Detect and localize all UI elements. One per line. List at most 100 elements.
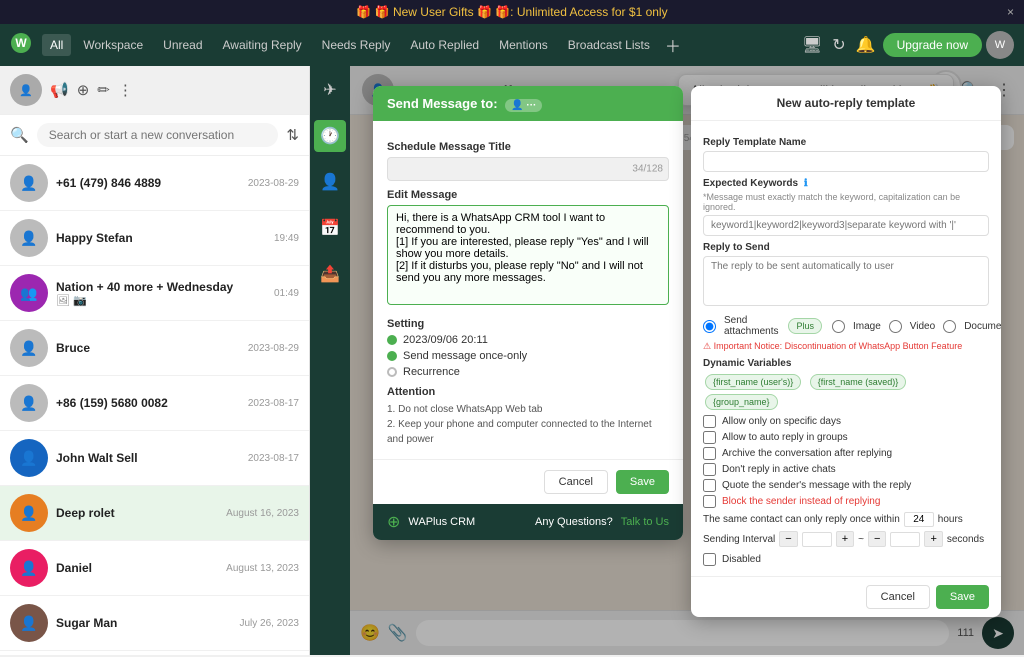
nav-tab-auto-replied[interactable]: Auto Replied (402, 34, 487, 56)
list-item[interactable]: 👤 Deep rolet August 16, 2023 (0, 486, 309, 541)
conv-name: Nation + 40 more + Wednesday (56, 280, 266, 294)
date-time-value: 2023/09/06 20:11 (403, 334, 488, 346)
specific-days-label: Allow only on specific days (722, 416, 841, 427)
nav-tab-needs-reply[interactable]: Needs Reply (314, 34, 399, 56)
interval-max-plus-btn[interactable]: + (836, 531, 854, 547)
schedule-title-input[interactable] (387, 157, 669, 181)
chat-area: All schedule message will be collected h… (350, 66, 1024, 655)
contacts-tool-icon[interactable]: 👤 (314, 166, 346, 198)
tag-group-name[interactable]: {group_name} (705, 394, 778, 410)
nav-tab-workspace[interactable]: Workspace (75, 34, 151, 56)
reply-textarea[interactable] (703, 256, 989, 306)
reply-label: Reply to Send (703, 242, 989, 253)
interval-max-minus-btn[interactable]: − (868, 531, 886, 547)
search-icon[interactable]: 🔍 (10, 126, 29, 144)
search-input[interactable] (37, 123, 279, 147)
sidebar: 👤 📢 ⊕ ✏ ⋮ 🔍 ⇅ 👤 +61 (479) 846 4889 2023-… (0, 66, 310, 655)
disabled-check[interactable] (703, 553, 716, 566)
sidebar-avatar: 👤 (10, 74, 42, 106)
block-label: Block the sender instead of replying (722, 496, 880, 507)
attach-label: Send attachments (724, 315, 778, 337)
attention-1: 1. Do not close WhatsApp Web tab (387, 402, 669, 417)
send-message-modal: Send Message to: 👤 ··· Schedule Message … (373, 86, 683, 540)
refresh-icon[interactable]: ↻ (832, 35, 845, 55)
interval-max-btn[interactable]: + (924, 531, 942, 547)
talk-link[interactable]: Talk to Us (621, 516, 669, 528)
archive-check[interactable] (703, 447, 716, 460)
more-icon[interactable]: ⋮ (118, 81, 133, 99)
autoreply-header: New auto-reply template (691, 86, 1001, 121)
template-name-input[interactable] (703, 151, 989, 172)
option-plus[interactable]: Plus (788, 318, 822, 334)
dynamic-tags: {first_name (user's)} {first_name (saved… (703, 372, 989, 412)
list-item[interactable]: 👤 +86 (159) 5680 0082 2023-08-17 (0, 376, 309, 431)
keywords-input[interactable] (703, 215, 989, 236)
monitor-icon[interactable]: 🖥 (802, 35, 822, 55)
add-tab-icon[interactable]: ＋ (665, 33, 681, 57)
nav-tab-all[interactable]: All (42, 34, 71, 56)
banner-text: 🎁 🎁 New User Gifts 🎁 🎁: Unlimited Access… (356, 5, 667, 19)
nav-tab-mentions[interactable]: Mentions (491, 34, 556, 56)
quote-label: Quote the sender's message with the repl… (722, 480, 911, 491)
doc-radio[interactable] (943, 320, 956, 333)
no-active-label: Don't reply in active chats (722, 464, 836, 475)
attach-radio[interactable] (703, 320, 716, 333)
list-item[interactable]: 👤 Daniel August 13, 2023 (0, 541, 309, 596)
status-icon[interactable]: ⊕ (77, 81, 90, 99)
banner-close[interactable]: × (1007, 5, 1014, 19)
video-radio[interactable] (889, 320, 902, 333)
message-textarea[interactable]: Hi, there is a WhatsApp CRM tool I want … (387, 205, 669, 305)
interval-min-input[interactable]: 3 (802, 532, 832, 547)
save-button[interactable]: Save (616, 470, 669, 494)
quote-check[interactable] (703, 479, 716, 492)
conv-date: August 13, 2023 (226, 563, 299, 574)
upgrade-button[interactable]: Upgrade now (883, 33, 982, 57)
avatar: 👤 (10, 439, 48, 477)
interval-min-btn[interactable]: − (779, 531, 797, 547)
main-layout: 👤 📢 ⊕ ✏ ⋮ 🔍 ⇅ 👤 +61 (479) 846 4889 2023-… (0, 66, 1024, 655)
block-check[interactable] (703, 495, 716, 508)
nav-tab-unread[interactable]: Unread (155, 34, 210, 56)
ar-save-button[interactable]: Save (936, 585, 989, 609)
no-active-check[interactable] (703, 463, 716, 476)
send-modal-header: Send Message to: 👤 ··· (373, 86, 683, 121)
megaphone-icon[interactable]: 📢 (50, 81, 69, 99)
auto-reply-groups-check[interactable] (703, 431, 716, 444)
list-item[interactable]: 👤 Sugar Man July 26, 2023 (0, 596, 309, 651)
tag-firstname-user[interactable]: {first_name (user's)} (705, 374, 801, 390)
list-item[interactable]: 👤 Bruce 2023-08-29 (0, 321, 309, 376)
list-item[interactable]: 👤 John Walt Sell 2023-08-17 (0, 431, 309, 486)
image-radio[interactable] (832, 320, 845, 333)
nav-tab-awaiting[interactable]: Awaiting Reply (215, 34, 310, 56)
list-item[interactable]: 👤 +61 (479) 846 4889 2023-08-29 (0, 156, 309, 211)
hours-input[interactable] (904, 512, 934, 527)
avatar: 👤 (10, 494, 48, 532)
list-item[interactable]: 👤 +61 7 1545 0000 July 26, 2023 (0, 651, 309, 655)
cancel-button[interactable]: Cancel (544, 470, 608, 494)
attachments-row: Send attachments Plus Image Video Docume… (703, 315, 989, 337)
calendar-tool-icon[interactable]: 📅 (314, 212, 346, 244)
ar-cancel-button[interactable]: Cancel (866, 585, 930, 609)
conv-name: John Walt Sell (56, 451, 240, 465)
waplus-label: WAPlus CRM (408, 516, 475, 528)
compose-icon[interactable]: ✏ (97, 81, 110, 99)
send-tool-icon[interactable]: ✈ (314, 74, 346, 106)
conv-date: 2023-08-29 (248, 178, 299, 189)
list-item[interactable]: 👤 Happy Stefan 19:49 (0, 211, 309, 266)
specific-days-check[interactable] (703, 415, 716, 428)
autoreply-footer: Cancel Save (691, 576, 1001, 617)
svg-text:W: W (15, 36, 27, 50)
interval-max-input[interactable]: 5 (890, 532, 920, 547)
export-tool-icon[interactable]: 📤 (314, 258, 346, 290)
schedule-tool-icon[interactable]: 🕐 (314, 120, 346, 152)
questions-label: Any Questions? (535, 516, 613, 528)
avatar: 👤 (10, 604, 48, 642)
conv-name: +86 (159) 5680 0082 (56, 396, 240, 410)
nav-tab-broadcast[interactable]: Broadcast Lists (560, 34, 658, 56)
filter-icon[interactable]: ⇅ (286, 126, 299, 144)
bell-icon[interactable]: 🔔 (856, 35, 876, 55)
user-avatar[interactable]: W (986, 31, 1014, 59)
tag-firstname-saved[interactable]: {first_name (saved)} (810, 374, 907, 390)
list-item[interactable]: 👥 Nation + 40 more + Wednesday 🖼 📷 01:49 (0, 266, 309, 321)
nav-bar: W All Workspace Unread Awaiting Reply Ne… (0, 24, 1024, 66)
